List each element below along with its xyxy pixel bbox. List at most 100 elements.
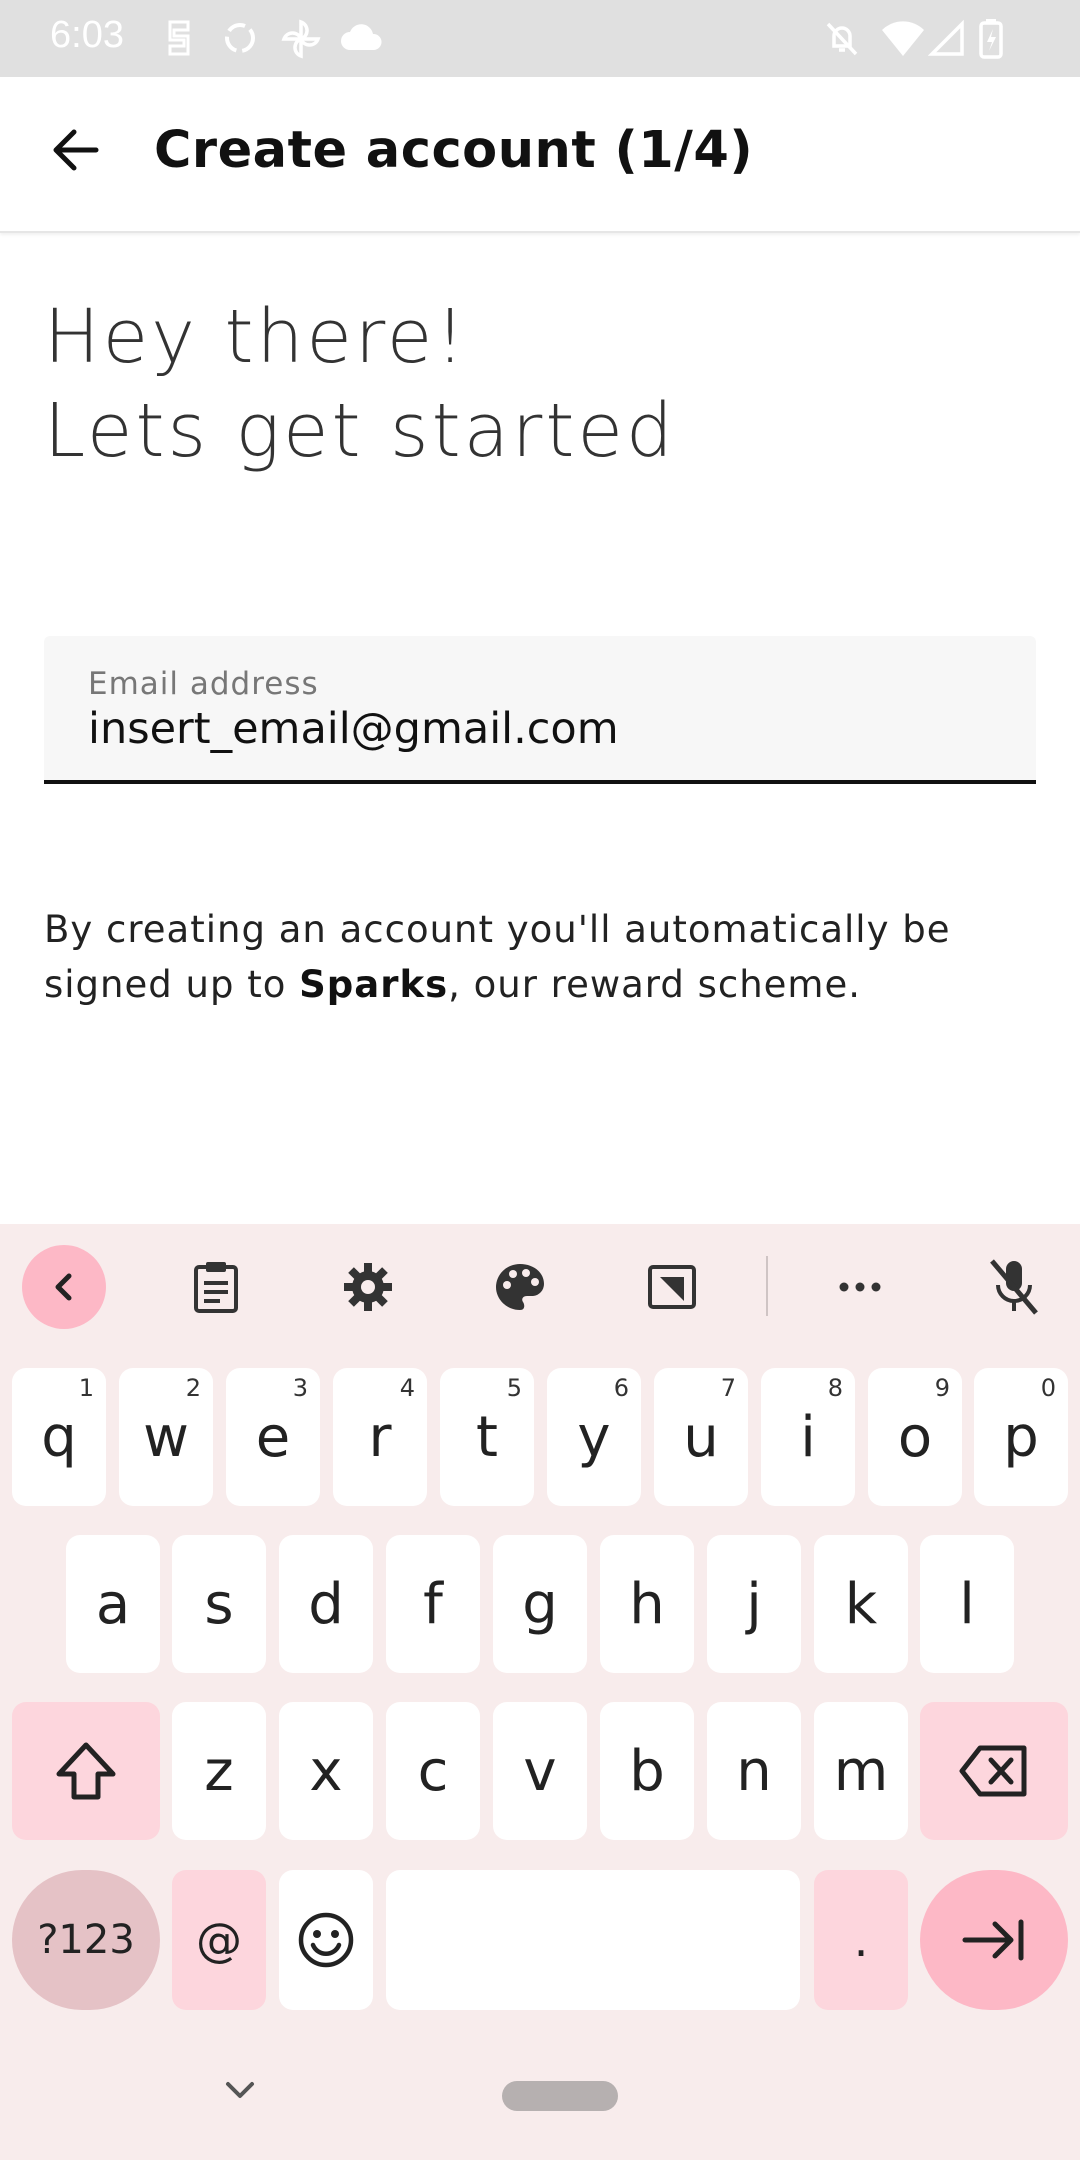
key-u-hint: 7 bbox=[720, 1374, 736, 1402]
space-key[interactable] bbox=[386, 1870, 800, 2010]
key-p[interactable]: p0 bbox=[974, 1368, 1068, 1506]
pinwheel-icon bbox=[281, 19, 321, 59]
keyboard-settings-button[interactable] bbox=[326, 1245, 410, 1329]
back-button[interactable] bbox=[36, 110, 116, 190]
key-o-hint: 9 bbox=[934, 1374, 950, 1402]
arrow-back-icon bbox=[53, 129, 99, 171]
key-d[interactable]: d bbox=[279, 1535, 373, 1673]
key-b[interactable]: b bbox=[600, 1702, 694, 1840]
cloud-icon bbox=[341, 24, 382, 50]
shift-key[interactable] bbox=[12, 1702, 160, 1840]
more-options-button[interactable] bbox=[818, 1245, 902, 1329]
tab-next-icon bbox=[962, 1919, 1024, 1961]
key-w-label: w bbox=[143, 1404, 189, 1470]
smiley-icon bbox=[298, 1912, 354, 1968]
key-e-label: e bbox=[255, 1404, 291, 1470]
key-r-hint: 4 bbox=[399, 1374, 415, 1402]
key-o-label: o bbox=[897, 1404, 933, 1470]
sparks-brand-name: Sparks bbox=[299, 963, 449, 1006]
chevron-left-icon bbox=[22, 1245, 106, 1329]
key-w[interactable]: w2 bbox=[119, 1368, 213, 1506]
status-time: 6:03 bbox=[50, 14, 124, 56]
toolbar-divider bbox=[766, 1256, 768, 1316]
reward-info-text: By creating an account you'll automatica… bbox=[44, 902, 1044, 1012]
shift-icon bbox=[56, 1742, 116, 1800]
welcome-heading: Hey there! Lets get started bbox=[44, 290, 676, 478]
palette-icon bbox=[496, 1264, 545, 1310]
key-i[interactable]: i8 bbox=[761, 1368, 855, 1506]
theme-button[interactable] bbox=[478, 1245, 562, 1329]
next-key[interactable] bbox=[920, 1870, 1068, 2010]
key-i-label: i bbox=[800, 1404, 816, 1470]
email-label: Email address bbox=[88, 666, 319, 702]
soft-keyboard bbox=[0, 1224, 1080, 2160]
key-p-label: p bbox=[1003, 1404, 1039, 1470]
key-q-label: q bbox=[41, 1404, 77, 1470]
key-u-label: u bbox=[683, 1404, 719, 1470]
hide-keyboard-button[interactable] bbox=[222, 2078, 258, 2106]
resize-keyboard-button[interactable] bbox=[630, 1245, 714, 1329]
page-title: Create account (1/4) bbox=[154, 121, 754, 180]
key-n[interactable]: n bbox=[707, 1702, 801, 1840]
key-e[interactable]: e3 bbox=[226, 1368, 320, 1506]
clipboard-button[interactable] bbox=[174, 1245, 258, 1329]
key-c[interactable]: c bbox=[386, 1702, 480, 1840]
key-l[interactable]: l bbox=[920, 1535, 1014, 1673]
key-i-hint: 8 bbox=[827, 1374, 843, 1402]
key-t-label: t bbox=[476, 1404, 498, 1470]
key-x[interactable]: x bbox=[279, 1702, 373, 1840]
key-p-hint: 0 bbox=[1040, 1374, 1056, 1402]
email-field[interactable]: Email address bbox=[44, 636, 1036, 784]
key-m[interactable]: m bbox=[814, 1702, 908, 1840]
symbols-key[interactable]: ?123 bbox=[12, 1870, 160, 2010]
voice-input-button[interactable] bbox=[972, 1245, 1056, 1329]
wifi-icon bbox=[882, 21, 924, 56]
key-g[interactable]: g bbox=[493, 1535, 587, 1673]
status-bar: 6:03 bbox=[0, 0, 1080, 77]
mute-icon bbox=[826, 22, 858, 56]
chevron-down-icon bbox=[226, 2082, 254, 2098]
battery-charging-icon bbox=[979, 19, 1003, 59]
key-y[interactable]: y6 bbox=[547, 1368, 641, 1506]
key-u[interactable]: u7 bbox=[654, 1368, 748, 1506]
key-a[interactable]: a bbox=[66, 1535, 160, 1673]
keyboard-collapse-button[interactable] bbox=[22, 1245, 106, 1329]
gear-icon bbox=[344, 1263, 392, 1311]
home-gesture-handle[interactable] bbox=[502, 2081, 618, 2111]
period-key[interactable]: . bbox=[814, 1870, 908, 2010]
clipboard-icon bbox=[194, 1262, 238, 1313]
key-y-label: y bbox=[577, 1404, 611, 1470]
mic-off-icon bbox=[990, 1259, 1038, 1315]
heading-line-2: Lets get started bbox=[44, 388, 676, 474]
key-e-hint: 3 bbox=[292, 1374, 308, 1402]
key-h[interactable]: h bbox=[600, 1535, 694, 1673]
key-f[interactable]: f bbox=[386, 1535, 480, 1673]
key-t[interactable]: t5 bbox=[440, 1368, 534, 1506]
info-text-end: , our reward scheme. bbox=[448, 963, 861, 1006]
backspace-icon bbox=[959, 1745, 1027, 1797]
more-icon bbox=[839, 1282, 881, 1292]
key-s[interactable]: s bbox=[172, 1535, 266, 1673]
key-z[interactable]: z bbox=[172, 1702, 266, 1840]
email-input[interactable] bbox=[88, 704, 988, 754]
heading-line-1: Hey there! bbox=[44, 294, 468, 380]
key-k[interactable]: k bbox=[814, 1535, 908, 1673]
key-w-hint: 2 bbox=[185, 1374, 201, 1402]
signal-icon bbox=[928, 19, 964, 56]
resize-icon bbox=[648, 1265, 696, 1309]
key-v[interactable]: v bbox=[493, 1702, 587, 1840]
key-t-hint: 5 bbox=[506, 1374, 522, 1402]
at-key[interactable]: @ bbox=[172, 1870, 266, 2010]
key-o[interactable]: o9 bbox=[868, 1368, 962, 1506]
key-j[interactable]: j bbox=[707, 1535, 801, 1673]
key-q-hint: 1 bbox=[78, 1374, 94, 1402]
key-y-hint: 6 bbox=[613, 1374, 629, 1402]
key-r[interactable]: r4 bbox=[333, 1368, 427, 1506]
key-r-label: r bbox=[368, 1404, 392, 1470]
s-icon bbox=[168, 20, 190, 56]
backspace-key[interactable] bbox=[920, 1702, 1068, 1840]
recycle-icon bbox=[225, 23, 255, 53]
emoji-key[interactable] bbox=[279, 1870, 373, 2010]
app-bar: Create account (1/4) bbox=[0, 77, 1080, 233]
key-q[interactable]: q1 bbox=[12, 1368, 106, 1506]
